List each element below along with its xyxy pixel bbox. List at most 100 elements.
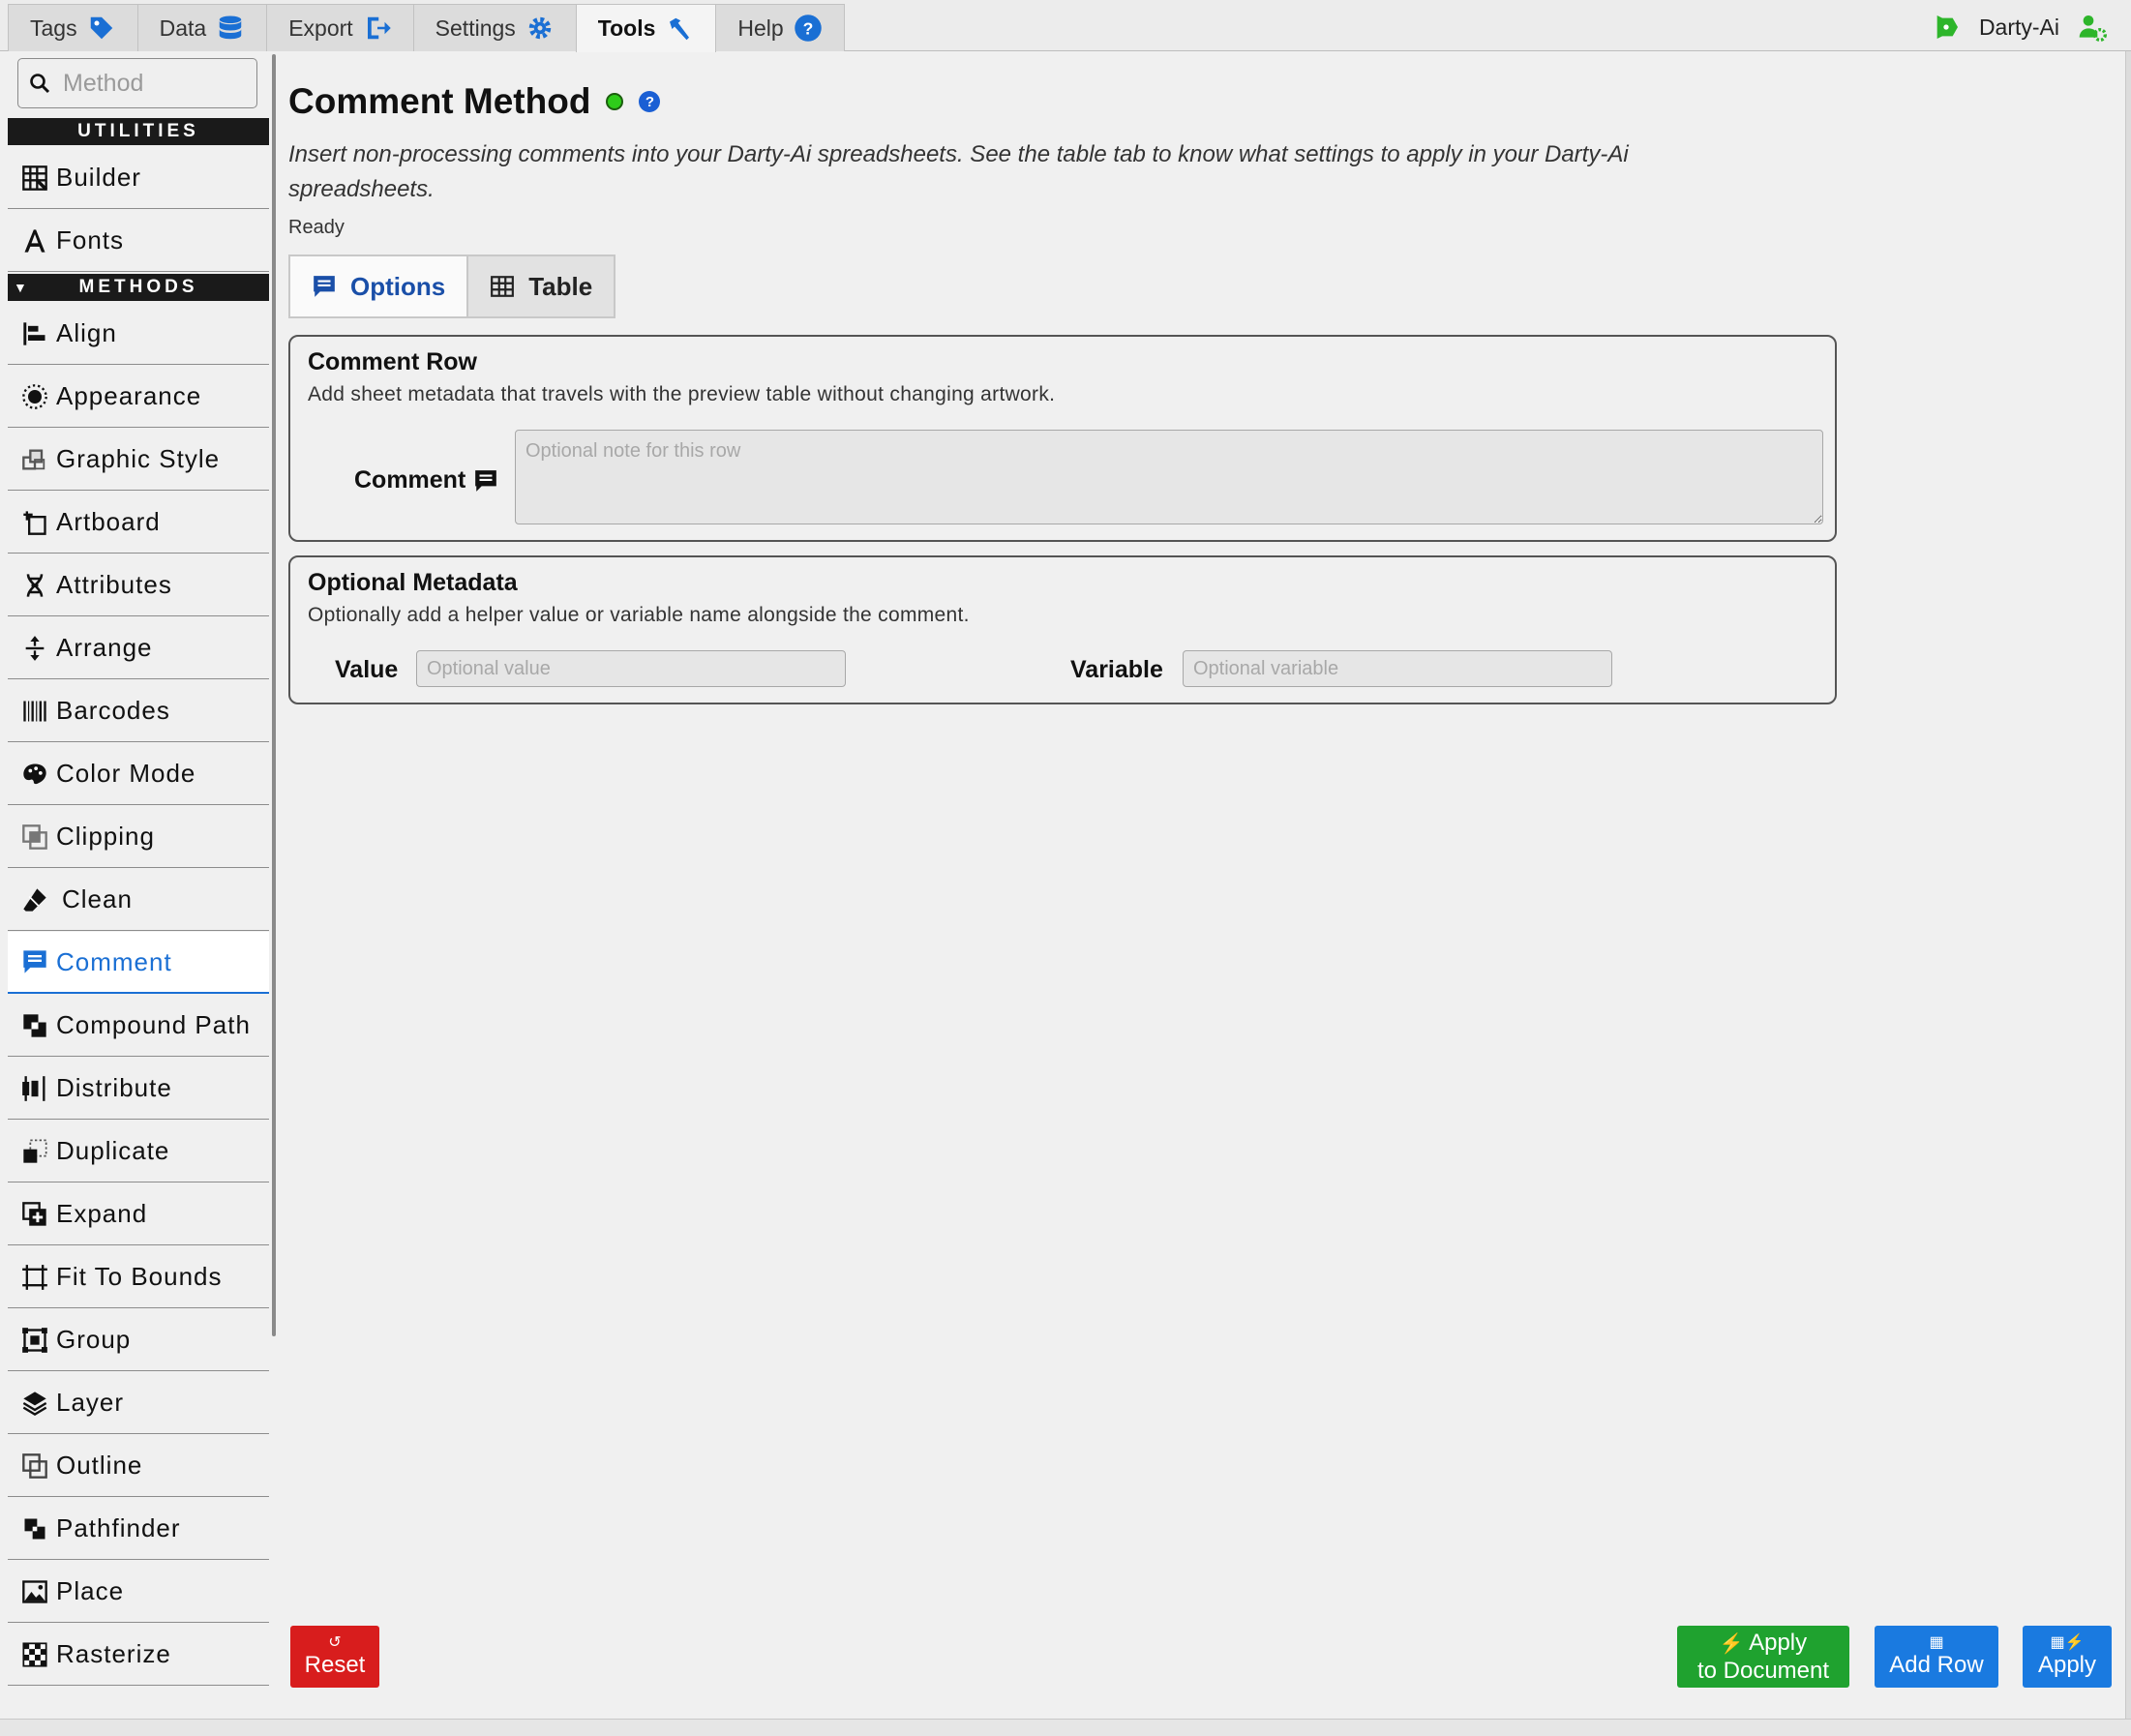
method-search bbox=[17, 58, 257, 108]
sidebar-item-arrange[interactable]: Arrange bbox=[8, 617, 269, 679]
eraser-icon bbox=[19, 884, 50, 915]
reset-button[interactable]: ↺ Reset bbox=[290, 1626, 379, 1688]
export-icon bbox=[367, 16, 391, 40]
user-name: Darty-Ai bbox=[1978, 14, 2059, 40]
sun-icon bbox=[19, 381, 50, 412]
page-title-row: Comment Method ? bbox=[288, 81, 661, 122]
sidebar: UTILITIES Builder Fonts ▼ METHODS Align … bbox=[8, 54, 269, 1719]
optional-metadata-subtitle: Optionally add a helper value or variabl… bbox=[308, 604, 970, 626]
tab-tools[interactable]: Tools bbox=[575, 4, 717, 52]
font-icon bbox=[19, 225, 50, 256]
comment-icon bbox=[475, 469, 497, 492]
status-text: Ready bbox=[288, 217, 345, 238]
table-icon bbox=[491, 276, 515, 297]
hammer-icon bbox=[670, 17, 690, 40]
sidebar-item-fit-to-bounds[interactable]: Fit To Bounds bbox=[8, 1246, 269, 1308]
tab-table[interactable]: Table bbox=[466, 254, 616, 318]
comment-row-title: Comment Row bbox=[308, 348, 477, 375]
value-input[interactable] bbox=[416, 650, 846, 687]
comment-textarea[interactable] bbox=[515, 430, 1823, 524]
main-panel: Comment Method ? Insert non-processing c… bbox=[288, 54, 2108, 1699]
right-edge bbox=[2125, 51, 2131, 1719]
barcode-icon bbox=[19, 696, 50, 727]
sidebar-item-compound-path[interactable]: Compound Path bbox=[8, 995, 269, 1057]
sidebar-item-expand[interactable]: Expand bbox=[8, 1183, 269, 1245]
tab-help[interactable]: Help ? bbox=[715, 4, 845, 51]
database-icon bbox=[219, 15, 242, 40]
image-icon bbox=[19, 1576, 50, 1607]
sidebar-item-group[interactable]: Group bbox=[8, 1309, 269, 1371]
page-description: Insert non-processing comments into your… bbox=[288, 141, 1629, 202]
optional-metadata-card: Optional Metadata Optionally add a helpe… bbox=[288, 555, 1837, 704]
search-icon bbox=[30, 74, 50, 94]
sidebar-item-duplicate[interactable]: Duplicate bbox=[8, 1121, 269, 1182]
sidebar-item-layer[interactable]: Layer bbox=[8, 1372, 269, 1434]
tab-tags[interactable]: Tags bbox=[8, 4, 138, 51]
variable-input[interactable] bbox=[1183, 650, 1612, 687]
sidebar-item-distribute[interactable]: Distribute bbox=[8, 1058, 269, 1120]
style-icon bbox=[19, 444, 50, 475]
svg-text:?: ? bbox=[802, 18, 813, 38]
methods-header[interactable]: ▼ METHODS bbox=[8, 274, 269, 301]
compound-path-icon bbox=[19, 1010, 50, 1041]
sidebar-item-clipping[interactable]: Clipping bbox=[8, 806, 269, 868]
tab-options[interactable]: Options bbox=[288, 254, 469, 318]
sidebar-item-graphic-style[interactable]: Graphic Style bbox=[8, 429, 269, 491]
optional-metadata-title: Optional Metadata bbox=[308, 569, 518, 596]
palette-icon bbox=[19, 759, 50, 790]
help-icon[interactable]: ? bbox=[639, 91, 661, 112]
sidebar-item-color-mode[interactable]: Color Mode bbox=[8, 743, 269, 805]
sidebar-item-align[interactable]: Align bbox=[8, 303, 269, 365]
grid-icon bbox=[19, 163, 50, 194]
gear-icon bbox=[528, 16, 552, 40]
bottom-bar bbox=[0, 1719, 2131, 1736]
sidebar-item-place[interactable]: Place bbox=[8, 1561, 269, 1623]
utilities-header: UTILITIES bbox=[8, 118, 269, 145]
align-icon bbox=[19, 318, 50, 349]
checker-icon bbox=[19, 1639, 50, 1670]
apply-button[interactable]: ▦⚡ Apply bbox=[2023, 1626, 2112, 1688]
sidebar-item-appearance[interactable]: Appearance bbox=[8, 366, 269, 428]
apply-to-document-button[interactable]: ⚡ Apply to Document bbox=[1677, 1626, 1849, 1688]
fit-bounds-icon bbox=[19, 1262, 50, 1293]
clipping-icon bbox=[19, 822, 50, 853]
tab-data[interactable]: Data bbox=[136, 4, 268, 51]
sidebar-item-artboard[interactable]: Artboard bbox=[8, 492, 269, 554]
comment-row-subtitle: Add sheet metadata that travels with the… bbox=[308, 383, 1056, 405]
table-add-icon: ▦ bbox=[1929, 1634, 1944, 1651]
sidebar-item-barcodes[interactable]: Barcodes bbox=[8, 680, 269, 742]
outline-icon bbox=[19, 1451, 50, 1482]
undo-icon: ↺ bbox=[328, 1634, 342, 1651]
add-row-button[interactable]: ▦ Add Row bbox=[1875, 1626, 1998, 1688]
dna-icon bbox=[19, 570, 50, 601]
comment-label: Comment bbox=[354, 466, 498, 494]
method-tabs: Options Table bbox=[288, 254, 616, 318]
bolt-icon: ⚡ bbox=[1719, 1632, 1744, 1655]
pathfinder-icon bbox=[19, 1513, 50, 1544]
logout-icon[interactable] bbox=[1931, 12, 1962, 43]
user-settings-icon[interactable] bbox=[2077, 12, 2108, 43]
artboard-icon bbox=[19, 507, 50, 538]
sidebar-item-outline[interactable]: Outline bbox=[8, 1435, 269, 1497]
sidebar-item-pathfinder[interactable]: Pathfinder bbox=[8, 1498, 269, 1560]
sidebar-item-fonts[interactable]: Fonts bbox=[8, 210, 269, 272]
distribute-icon bbox=[19, 1073, 50, 1104]
page-title: Comment Method bbox=[288, 81, 591, 121]
search-input[interactable] bbox=[63, 69, 247, 98]
tab-settings[interactable]: Settings bbox=[412, 4, 577, 51]
sidebar-item-comment[interactable]: Comment bbox=[8, 932, 269, 994]
value-label: Value bbox=[335, 656, 399, 683]
comment-icon bbox=[314, 276, 335, 297]
tab-export[interactable]: Export bbox=[266, 4, 414, 51]
variable-label: Variable bbox=[1070, 656, 1163, 683]
sidebar-item-clean[interactable]: Clean bbox=[8, 869, 269, 931]
sidebar-item-attributes[interactable]: Attributes bbox=[8, 554, 269, 616]
comment-row-card: Comment Row Add sheet metadata that trav… bbox=[288, 335, 1837, 542]
table-bolt-icon: ▦⚡ bbox=[2050, 1634, 2085, 1651]
tag-icon bbox=[90, 16, 112, 40]
sidebar-scrollbar[interactable] bbox=[272, 54, 276, 1336]
comment-icon bbox=[19, 946, 50, 977]
collapse-triangle-icon: ▼ bbox=[14, 280, 27, 295]
sidebar-item-builder[interactable]: Builder bbox=[8, 147, 269, 209]
sidebar-item-rasterize[interactable]: Rasterize bbox=[8, 1624, 269, 1686]
